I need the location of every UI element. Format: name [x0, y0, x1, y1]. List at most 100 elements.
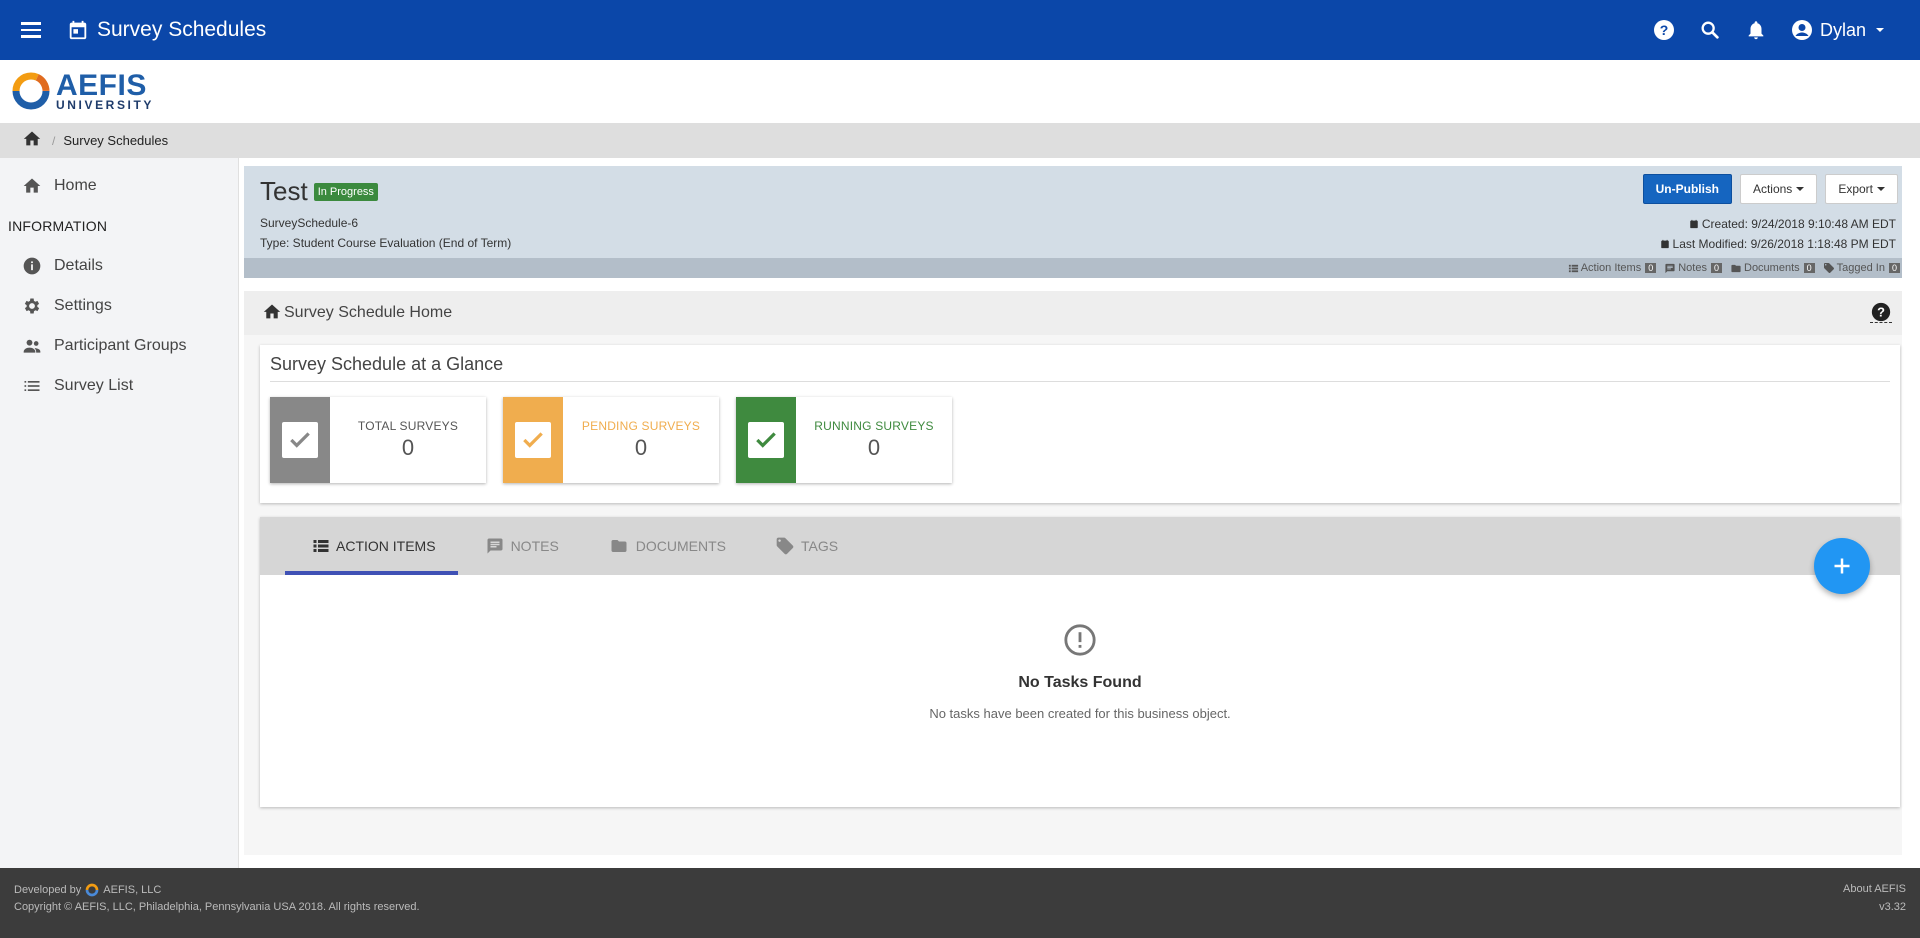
- sidebar-item-participant-groups[interactable]: Participant Groups: [0, 326, 238, 366]
- section-title: Survey Schedule Home: [284, 304, 453, 321]
- tab-documents[interactable]: DOCUMENTS: [581, 517, 748, 575]
- created-date: Created: 9/24/2018 9:10:48 AM EDT: [1701, 217, 1896, 231]
- count-label: Action Items: [1580, 262, 1642, 274]
- empty-state-description: No tasks have been created for this busi…: [929, 706, 1231, 721]
- tab-label: ACTION ITEMS: [336, 538, 436, 554]
- aefis-logo-mark-icon: [85, 883, 99, 897]
- action-items-count[interactable]: Action Items 0: [1568, 262, 1657, 274]
- stat-value: 0: [634, 435, 648, 460]
- stat-pending-surveys[interactable]: PENDING SURVEYS 0: [503, 397, 719, 483]
- sidebar-item-label: Details: [54, 257, 103, 274]
- sidebar-item-settings[interactable]: Settings: [0, 286, 238, 326]
- tab-label: DOCUMENTS: [635, 538, 727, 554]
- footer-company[interactable]: AEFIS, LLC: [103, 884, 161, 896]
- tab-label: NOTES: [510, 538, 559, 554]
- stat-icon-box: [736, 397, 796, 483]
- aefis-logo[interactable]: AEFIS UNIVERSITY: [10, 70, 154, 112]
- folder-icon: [611, 540, 627, 552]
- note-icon: [487, 538, 503, 554]
- top-app-bar: Survey Schedules ? Dylan: [0, 0, 1920, 60]
- main-content: Test In Progress SurveySchedule-6 Type: …: [240, 158, 1920, 868]
- calendar-icon: [1660, 239, 1669, 249]
- info-icon: [22, 256, 42, 276]
- note-icon: [1665, 263, 1675, 273]
- count-value: 0: [1710, 263, 1722, 273]
- record-actions: Un-Publish Actions Export: [1642, 174, 1898, 204]
- tab-label: TAGS: [801, 538, 839, 554]
- add-button[interactable]: [1814, 538, 1870, 594]
- tabs-bar: ACTION ITEMS NOTES DOCUMENTS TAGS: [260, 517, 1900, 594]
- glance-title: Survey Schedule at a Glance: [270, 354, 504, 374]
- home-icon: [22, 176, 42, 196]
- footer-copyright: Copyright © AEFIS, LLC, Philadelphia, Pe…: [14, 901, 420, 913]
- sidebar-item-label: Home: [54, 177, 97, 194]
- stat-value: 0: [401, 435, 415, 460]
- sidebar-section-title: INFORMATION: [8, 218, 108, 234]
- checkbox-icon: [282, 422, 318, 458]
- stat-total-surveys[interactable]: TOTAL SURVEYS 0: [270, 397, 486, 483]
- record-counts-bar: Action Items 0 Notes 0 Documents 0 Tagged I…: [244, 258, 1902, 278]
- count-value: 0: [1888, 263, 1900, 273]
- sidebar-item-survey-list[interactable]: Survey List: [0, 366, 238, 406]
- count-label: Tagged In: [1836, 262, 1885, 274]
- chevron-down-icon: [1876, 28, 1884, 32]
- sidebar-item-details[interactable]: Details: [0, 246, 238, 286]
- tag-icon: [1823, 263, 1834, 273]
- about-link[interactable]: About AEFIS: [1843, 883, 1906, 895]
- alert-circle-icon: [1064, 624, 1096, 656]
- modified-date: Last Modified: 9/26/2018 1:18:48 PM EDT: [1672, 237, 1896, 251]
- help-icon[interactable]: ?: [1870, 301, 1892, 323]
- record-title-row: Test In Progress: [260, 176, 378, 207]
- gear-icon: [22, 296, 42, 316]
- people-icon: [22, 336, 42, 356]
- sidebar-item-label: Participant Groups: [54, 337, 187, 354]
- calendar-icon: [67, 19, 89, 41]
- search-icon[interactable]: [1698, 18, 1722, 42]
- tagged-in-count[interactable]: Tagged In 0: [1823, 262, 1900, 274]
- app-title: Survey Schedules: [97, 18, 267, 41]
- notifications-bell-icon[interactable]: [1744, 18, 1768, 42]
- export-dropdown-button[interactable]: Export: [1825, 174, 1898, 204]
- actions-dropdown-button[interactable]: Actions: [1739, 174, 1818, 204]
- notes-count[interactable]: Notes 0: [1664, 262, 1722, 274]
- stat-running-surveys[interactable]: RUNNING SURVEYS 0: [736, 397, 952, 483]
- svg-text:?: ?: [1660, 22, 1669, 38]
- stat-label: TOTAL SURVEYS: [357, 419, 459, 433]
- footer-developed-by: Developed by AEFIS, LLC: [14, 883, 161, 897]
- aefis-logo-mark-icon: [12, 72, 50, 110]
- footer-developed-label: Developed by: [14, 884, 82, 896]
- checkbox-icon: [515, 422, 551, 458]
- export-label: Export: [1838, 182, 1873, 196]
- tab-action-items[interactable]: ACTION ITEMS: [285, 517, 458, 575]
- count-label: Notes: [1678, 262, 1707, 274]
- unpublish-label: Un-Publish: [1655, 182, 1719, 196]
- sidebar-item-label: Settings: [54, 297, 112, 314]
- tag-icon: [776, 537, 794, 555]
- folder-icon: [1731, 264, 1741, 272]
- section-header: Survey Schedule Home ?: [244, 291, 1902, 335]
- documents-count[interactable]: Documents 0: [1730, 262, 1815, 274]
- help-icon[interactable]: ?: [1652, 18, 1676, 42]
- home-icon: [262, 302, 282, 325]
- breadcrumb-current: Survey Schedules: [63, 133, 169, 148]
- calendar-icon: [1690, 219, 1698, 229]
- unpublish-button[interactable]: Un-Publish: [1642, 174, 1732, 204]
- sidebar-item-home[interactable]: Home: [0, 166, 238, 206]
- svg-text:?: ?: [1877, 305, 1885, 320]
- divider: [270, 381, 1890, 382]
- stat-label: PENDING SURVEYS: [581, 419, 701, 433]
- hamburger-menu-icon[interactable]: [17, 15, 47, 45]
- stat-label: RUNNING SURVEYS: [814, 419, 934, 433]
- empty-state: No Tasks Found No tasks have been create…: [260, 575, 1900, 721]
- chevron-down-icon: [1796, 187, 1805, 191]
- count-value: 0: [1645, 263, 1657, 273]
- tabs-card: ACTION ITEMS NOTES DOCUMENTS TAGS No Tas…: [260, 517, 1900, 807]
- user-name: Dylan: [1819, 19, 1866, 40]
- breadcrumb-home-icon[interactable]: [22, 129, 42, 152]
- tab-tags[interactable]: TAGS: [748, 517, 860, 575]
- tab-notes[interactable]: NOTES: [458, 517, 581, 575]
- stat-icon-box: [270, 397, 330, 483]
- user-menu[interactable]: Dylan: [1790, 18, 1884, 42]
- content-area: Survey Schedule at a Glance TOTAL SURVEY…: [244, 335, 1902, 855]
- logo-subtitle: UNIVERSITY: [56, 98, 155, 112]
